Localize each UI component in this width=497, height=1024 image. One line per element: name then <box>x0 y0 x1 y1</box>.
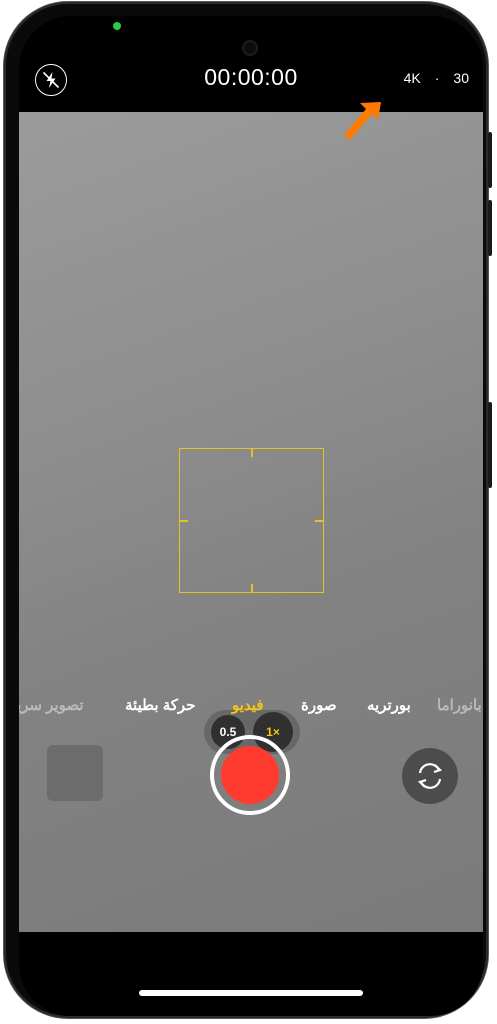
focus-tick-left <box>180 520 188 522</box>
focus-box <box>179 448 324 593</box>
mode-portrait[interactable]: بورتريه <box>367 696 411 714</box>
separator-dot: · <box>434 70 440 86</box>
side-button-volume <box>488 200 492 256</box>
focus-tick-right <box>315 520 323 522</box>
fps-label[interactable]: 30 <box>453 70 469 86</box>
annotation-arrow-icon <box>344 102 381 140</box>
phone-frame: 00:00:00 4K · 30 0.5 1× تصوير سريع حركة … <box>4 2 492 1018</box>
format-controls[interactable]: 4K · 30 <box>404 70 469 86</box>
mode-quicktake[interactable]: تصوير سريع <box>19 696 84 714</box>
mode-selector: تصوير سريع حركة بطيئة فيديو صورة بورتريه… <box>19 696 483 726</box>
side-button-power <box>488 402 492 488</box>
camera-flip-icon <box>417 763 443 789</box>
switch-camera-button[interactable] <box>402 748 458 804</box>
mode-panorama[interactable]: بانوراما <box>437 696 482 714</box>
mode-photo[interactable]: صورة <box>301 696 337 714</box>
home-indicator[interactable] <box>139 990 363 996</box>
record-button[interactable] <box>210 735 290 815</box>
mode-video[interactable]: فيديو <box>232 696 264 714</box>
record-button-fill <box>221 746 279 804</box>
focus-tick-top <box>251 449 253 457</box>
front-camera <box>242 40 258 56</box>
resolution-label[interactable]: 4K <box>404 70 421 86</box>
focus-tick-bottom <box>251 584 253 592</box>
screen: 00:00:00 4K · 30 0.5 1× تصوير سريع حركة … <box>19 16 483 1016</box>
last-capture-thumbnail[interactable] <box>47 745 103 801</box>
mode-slo-mo[interactable]: حركة بطيئة <box>125 696 195 714</box>
camera-in-use-indicator <box>113 22 121 30</box>
side-button-action <box>488 132 492 188</box>
